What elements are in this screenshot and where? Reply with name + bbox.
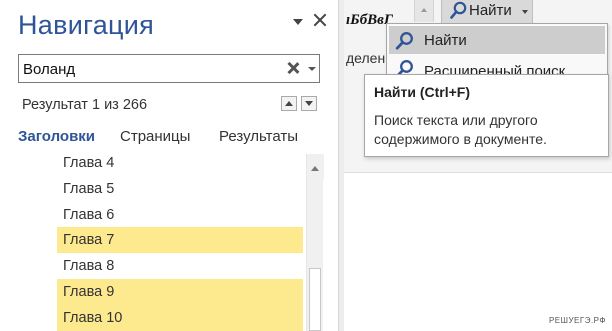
heading-item[interactable]: Глава 7 (57, 227, 303, 253)
scrollbar-thumb[interactable] (309, 268, 321, 331)
previous-result-button[interactable] (281, 96, 297, 111)
magnifier-icon (395, 59, 415, 74)
navigation-pane: Навигация Результат 1 из 266 Заголовки С… (0, 0, 338, 331)
find-button-label: Найти (469, 2, 512, 19)
watermark: РЕШУЕГЭ.РФ (548, 316, 606, 325)
heading-item[interactable]: Глава 5 (57, 176, 303, 202)
search-input[interactable] (23, 58, 273, 80)
clear-search-icon[interactable] (287, 62, 299, 74)
chevron-down-icon (522, 10, 528, 14)
search-box[interactable] (18, 54, 320, 83)
headings-scrollbar[interactable] (306, 154, 324, 331)
menu-item-advanced-find[interactable]: Расширенный поиск (389, 56, 605, 74)
find-button[interactable]: Найти (441, 0, 533, 24)
find-tooltip: Найти (Ctrl+F) Поиск текста или другого … (364, 74, 609, 157)
tooltip-description: Поиск текста или другого содержимого в д… (374, 112, 547, 147)
heading-item[interactable]: Глава 9 (57, 279, 303, 305)
find-dropdown-menu: Найти Расширенный поиск (386, 23, 608, 75)
heading-item[interactable]: Глава 8 (57, 253, 303, 279)
menu-item-find-label: Найти (424, 32, 467, 49)
search-result-count: Результат 1 из 266 (22, 97, 148, 113)
tab-pages[interactable]: Страницы (120, 128, 190, 145)
heading-item[interactable]: Глава 4 (57, 154, 303, 176)
search-options-chevron-icon[interactable] (307, 65, 317, 73)
tab-results[interactable]: Результаты (219, 128, 298, 145)
heading-item[interactable]: Глава 10 (57, 305, 303, 331)
styles-scroll-up-button[interactable] (414, 0, 434, 22)
document-area[interactable]: РЕШУЕГЭ.РФ (344, 172, 612, 331)
close-pane-icon[interactable] (312, 12, 328, 28)
magnifier-icon (395, 31, 415, 56)
headings-list: Глава 4 Глава 5 Глава 6 Глава 7 Глава 8 … (0, 154, 338, 331)
tooltip-title: Найти (Ctrl+F) (374, 84, 471, 100)
heading-item[interactable]: Глава 6 (57, 202, 303, 228)
menu-item-find[interactable]: Найти (389, 26, 605, 54)
ribbon-section-label: делен (346, 50, 386, 66)
scroll-up-arrow-icon[interactable] (307, 154, 324, 180)
tab-headings[interactable]: Заголовки (18, 128, 95, 145)
pane-options-dropdown-icon[interactable] (292, 17, 304, 27)
next-result-button[interactable] (301, 96, 317, 111)
navigation-pane-title: Навигация (18, 10, 155, 40)
